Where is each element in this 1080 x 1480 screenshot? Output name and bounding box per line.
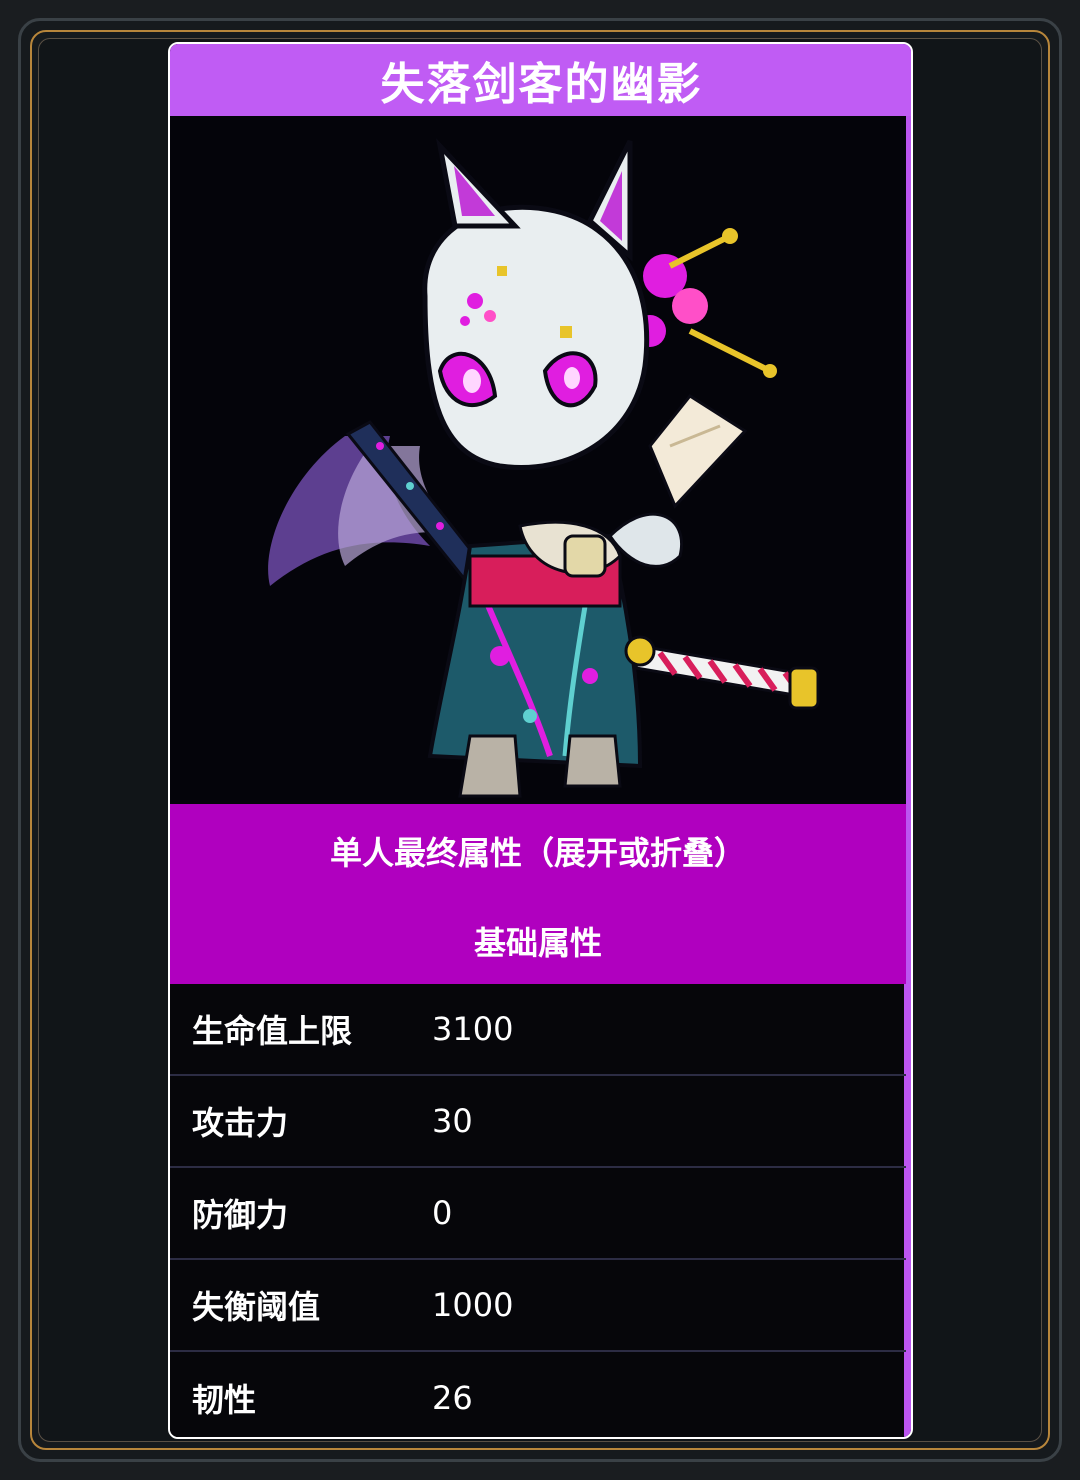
stat-label: 防御力 (192, 1196, 289, 1234)
card-title: 失落剑客的幽影 (170, 44, 911, 116)
stat-label: 失衡阈值 (192, 1288, 321, 1326)
stat-row-attack: 攻击力 30 (170, 1076, 906, 1168)
stat-value: 3100 (432, 1010, 514, 1048)
stats-table: 生命值上限 3100 攻击力 30 防御力 0 失衡阈值 1000 韧性 26 (170, 984, 906, 1437)
stat-row-defense: 防御力 0 (170, 1168, 906, 1260)
character-card: 失落剑客的幽影 单人最终属性（展开或折叠） 基础属性 生命值上限 3100 攻击… (168, 42, 913, 1439)
stat-value: 26 (432, 1379, 473, 1417)
stat-label: 生命值上限 (192, 1012, 353, 1050)
stat-label: 攻击力 (192, 1104, 289, 1142)
attributes-toggle-button[interactable]: 单人最终属性（展开或折叠） (170, 828, 906, 874)
base-attributes-heading: 基础属性 (473, 924, 602, 962)
stat-value: 30 (432, 1102, 473, 1140)
attributes-header: 单人最终属性（展开或折叠） 基础属性 (170, 804, 906, 984)
stat-row-toughness: 韧性 26 (170, 1352, 906, 1437)
stat-row-stagger-threshold: 失衡阈值 1000 (170, 1260, 906, 1352)
stat-row-max-hp: 生命值上限 3100 (170, 984, 906, 1076)
stat-label: 韧性 (192, 1381, 257, 1419)
stat-value: 1000 (432, 1286, 514, 1324)
stat-value: 0 (432, 1194, 453, 1232)
character-portrait (170, 116, 906, 804)
masked-fox-swordsman-icon (268, 138, 820, 798)
